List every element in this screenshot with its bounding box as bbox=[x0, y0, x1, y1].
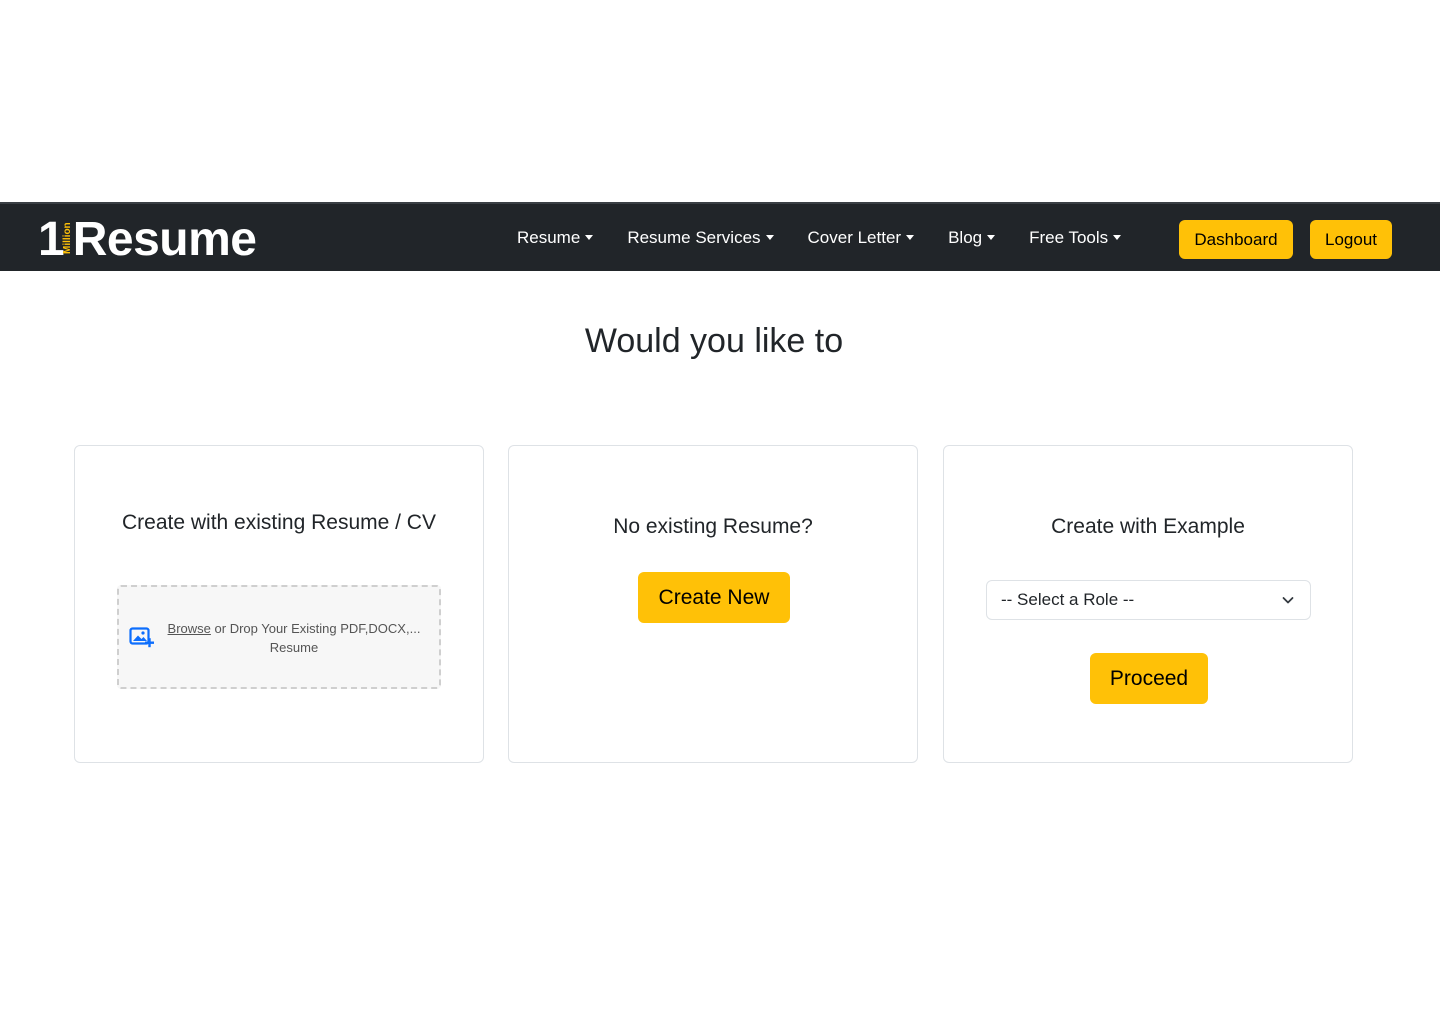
chevron-down-icon bbox=[1282, 597, 1294, 604]
dropzone-text: Browse or Drop Your Existing PDF,DOCX,..… bbox=[163, 619, 425, 657]
nav-item-label: Resume bbox=[517, 227, 581, 247]
nav-item-label: Cover Letter bbox=[807, 227, 902, 247]
nav-item-label: Blog bbox=[948, 227, 983, 247]
nav-item-label: Resume Services bbox=[627, 227, 761, 247]
navbar: 1 Million Resume Resume Resume Services … bbox=[0, 202, 1440, 271]
brand-digit: 1 bbox=[38, 213, 65, 266]
proceed-button[interactable]: Proceed bbox=[1090, 653, 1208, 704]
caret-down-icon bbox=[987, 235, 996, 240]
brand-logo[interactable]: 1 Million Resume bbox=[38, 213, 257, 266]
example-card-title: Create with Example bbox=[1051, 515, 1245, 538]
no-resume-card-title: No existing Resume? bbox=[613, 515, 813, 538]
caret-down-icon bbox=[906, 235, 915, 240]
image-add-icon bbox=[129, 627, 154, 648]
main-nav: Resume Resume Services Cover Letter Blog… bbox=[517, 204, 1155, 271]
nav-item-free-tools[interactable]: Free Tools bbox=[1029, 227, 1122, 248]
dropzone-instructions: or Drop Your Existing PDF,DOCX,... Resum… bbox=[210, 621, 421, 655]
create-new-button[interactable]: Create New bbox=[638, 572, 790, 623]
brand-tagline: Million bbox=[61, 222, 73, 254]
example-card: Create with Example -- Select a Role -- … bbox=[943, 445, 1353, 763]
dashboard-button[interactable]: Dashboard bbox=[1179, 220, 1293, 259]
nav-item-resume[interactable]: Resume bbox=[517, 227, 594, 248]
role-select-value: -- Select a Role -- bbox=[1001, 590, 1135, 609]
brand-word: Resume bbox=[72, 213, 257, 266]
role-select[interactable]: -- Select a Role -- bbox=[986, 580, 1311, 620]
nav-item-blog[interactable]: Blog bbox=[948, 227, 996, 248]
existing-resume-card-title: Create with existing Resume / CV bbox=[122, 511, 436, 534]
page-title: Would you like to bbox=[584, 322, 844, 360]
caret-down-icon bbox=[585, 235, 594, 240]
existing-resume-card: Create with existing Resume / CV Browse … bbox=[74, 445, 484, 763]
caret-down-icon bbox=[1113, 235, 1122, 240]
caret-down-icon bbox=[765, 235, 774, 240]
logout-button[interactable]: Logout bbox=[1310, 220, 1392, 259]
nav-item-resume-services[interactable]: Resume Services bbox=[627, 227, 774, 248]
nav-item-cover-letter[interactable]: Cover Letter bbox=[808, 228, 915, 248]
nav-item-label: Free Tools bbox=[1029, 227, 1109, 247]
browse-link[interactable]: Browse bbox=[168, 621, 211, 636]
no-resume-card: No existing Resume? Create New bbox=[508, 445, 918, 763]
resume-dropzone[interactable]: Browse or Drop Your Existing PDF,DOCX,..… bbox=[117, 585, 441, 689]
